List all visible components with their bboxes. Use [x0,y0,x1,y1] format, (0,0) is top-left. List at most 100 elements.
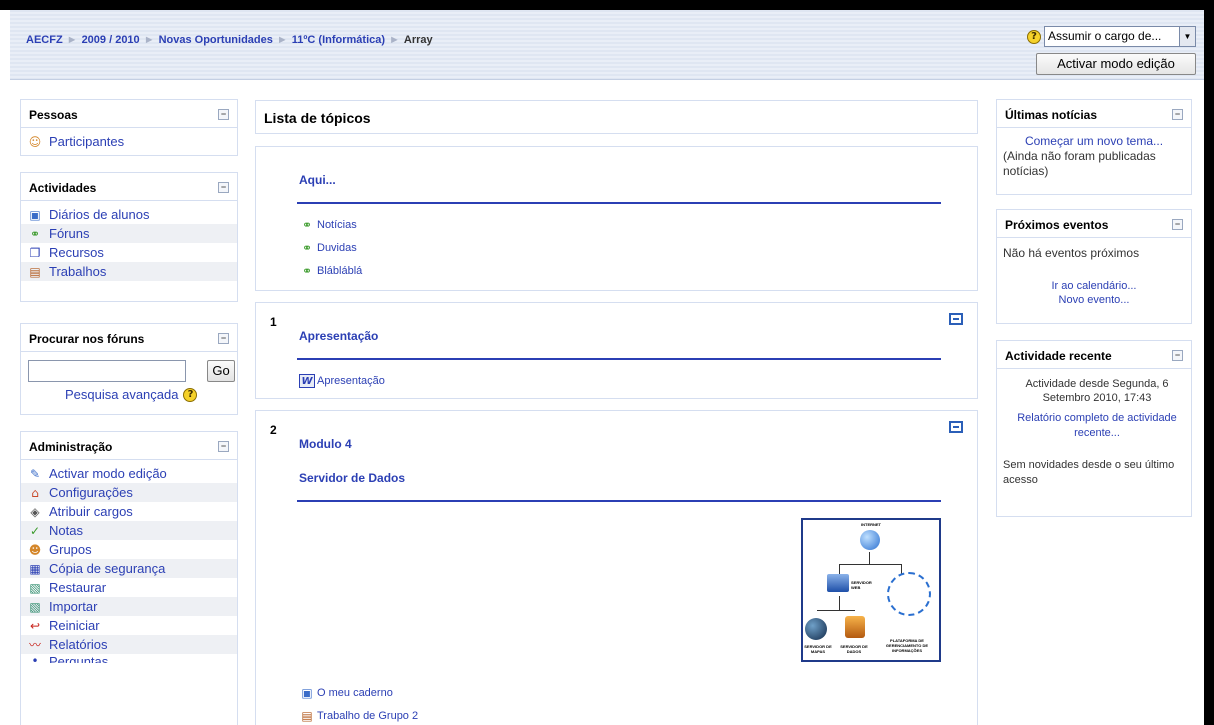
window-right-edge [1204,0,1214,725]
forum-icon: ⚭ [29,226,41,241]
admin-item-questions[interactable]: • Perguntas [21,654,237,663]
section-number: 2 [270,423,277,437]
block-title-text: Pessoas [29,108,78,122]
collapse-section-icon[interactable] [949,421,963,433]
breadcrumb: AECFZ ► 2009 / 2010 ► Novas Oportunidades ► 11… [26,34,433,46]
breadcrumb-separator: ► [143,34,155,46]
diagram-label-platform: PLATAFORMA DE GERENCIAMENTO DE INFORMAÇÕ… [885,638,929,653]
admin-item-assign-roles[interactable]: ◈ Atribuir cargos [21,502,237,521]
database-icon [845,616,865,638]
diagram-label-internet: INTERNET [861,522,881,527]
roles-icon: ◈ [30,504,40,519]
people-icon: ☺ [28,134,42,149]
collapse-icon[interactable]: − [218,441,229,452]
activity-since-text: Actividade desde Segunda, 6 Setembro 201… [1025,378,1169,404]
admin-item-reports[interactable]: 〰 Relatórios [21,635,237,654]
platform-cycle-icon [887,572,931,616]
admin-item-groups[interactable]: ☻ Grupos [21,540,237,559]
admin-item-edit-mode[interactable]: ✎ Activar modo edição [21,464,237,483]
admin-item-reset[interactable]: ↩ Reiniciar [21,616,237,635]
admin-item-label: Relatórios [49,637,108,652]
no-news-text: (Ainda não foram publicadas notícias) [1003,149,1156,178]
block-title-text: Procurar nos fóruns [29,332,145,346]
role-switcher: ? Assumir o cargo de... ▼ [1027,26,1196,47]
block-actividades: Actividades − ▣ Diários de alunos ⚭ Fóruns … [20,172,238,302]
breadcrumb-link-site[interactable]: AECFZ [26,34,63,46]
admin-item-import[interactable]: ▧ Importar [21,597,237,616]
chevron-down-icon[interactable]: ▼ [1179,27,1195,46]
activity-label: Duvidas [317,242,357,254]
advanced-search-link[interactable]: Pesquisa avançada [65,387,178,402]
page-title: Lista de tópicos [264,110,371,126]
admin-item-backup[interactable]: ▦ Cópia de segurança [21,559,237,578]
admin-item-label: Importar [49,599,98,614]
help-icon[interactable]: ? [183,387,198,402]
sidebar-item-journals[interactable]: ▣ Diários de alunos [21,205,237,224]
sidebar-item-label: Diários de alunos [49,207,150,222]
sidebar-item-forums[interactable]: ⚭ Fóruns [21,224,237,243]
block-title: Pessoas − [21,100,237,128]
activity-my-notebook[interactable]: ▣ O meu caderno [299,686,393,700]
block-title-text: Últimas notícias [1005,108,1098,122]
section-divider [297,500,941,502]
section-title: Apresentação [299,329,379,343]
activate-edit-mode-button[interactable]: Activar modo edição [1036,53,1196,75]
sidebar-item-resources[interactable]: ❐ Recursos [21,243,237,262]
admin-item-settings[interactable]: ⌂ Configurações [21,483,237,502]
activity-presentation[interactable]: W Apresentação [299,374,385,388]
role-select-value: Assumir o cargo de... [1048,29,1162,43]
admin-item-restore[interactable]: ▧ Restaurar [21,578,237,597]
activity-chat-forum[interactable]: ⚭ Blábláblá [299,264,362,278]
no-news-since-text: Sem novidades desde o seu último acesso [1003,459,1175,486]
role-select[interactable]: Assumir o cargo de... ▼ [1044,26,1196,47]
breadcrumb-link-year[interactable]: 2009 / 2010 [82,34,140,46]
collapse-icon[interactable]: − [1172,219,1183,230]
sidebar-item-label: Recursos [49,245,104,260]
new-event-link[interactable]: Novo evento... [997,294,1191,306]
course-title-box: Lista de tópicos [255,100,978,134]
forum-search-input[interactable] [28,360,186,382]
collapse-icon[interactable]: − [218,182,229,193]
collapse-section-icon[interactable] [949,313,963,325]
block-pessoas: Pessoas − ☺ Participantes [20,99,238,156]
breadcrumb-link-course[interactable]: 11ºC (Informática) [292,34,385,46]
block-title-text: Próximos eventos [1005,218,1109,232]
breadcrumb-separator: ► [66,34,78,46]
grades-icon: ✓ [29,523,41,538]
activity-news-forum[interactable]: ⚭ Notícias [299,218,357,232]
admin-item-label: Configurações [49,485,133,500]
topic-section-0: Aqui... ⚭ Notícias ⚭ Duvidas ⚭ Blábláblá [255,146,978,291]
block-administration: Administração − ✎ Activar modo edição ⌂ Con… [20,431,238,725]
sidebar-item-participants[interactable]: ☺ Participantes [21,132,237,151]
section-subtitle: Servidor de Dados [299,471,406,485]
breadcrumb-link-category[interactable]: Novas Oportunidades [159,34,273,46]
activity-doubts-forum[interactable]: ⚭ Duvidas [299,241,357,255]
window-top-edge [0,0,1214,10]
collapse-icon[interactable]: − [1172,109,1183,120]
block-title-text: Actividades [29,181,97,195]
admin-item-grades[interactable]: ✓ Notas [21,521,237,540]
no-events-text: Não há eventos próximos [1003,246,1140,260]
groups-icon: ☻ [28,542,42,557]
forum-icon: ⚭ [301,241,313,255]
word-doc-icon: W [299,374,315,388]
new-topic-link[interactable]: Começar um novo tema... [997,134,1191,148]
collapse-icon[interactable]: − [1172,350,1183,361]
breadcrumb-separator: ► [276,34,288,46]
admin-item-label: Atribuir cargos [49,504,133,519]
help-icon[interactable]: ? [1027,29,1041,44]
block-title: Administração − [21,432,237,460]
section-divider [297,202,941,204]
full-report-link[interactable]: Relatório completo de actividade recente… [1005,411,1189,441]
go-button[interactable]: Go [207,360,235,382]
sidebar-item-assignments[interactable]: ▤ Trabalhos [21,262,237,281]
activity-group-work[interactable]: ▤ Trabalho de Grupo 2 [299,709,418,723]
activity-label: Trabalho de Grupo 2 [317,710,419,722]
journal-icon: ▣ [301,686,313,700]
diagram-label-data-server: SERVIDOR DE DADOS [840,644,868,654]
collapse-icon[interactable]: − [218,333,229,344]
section-title: Modulo 4 [299,437,352,451]
collapse-icon[interactable]: − [218,109,229,120]
calendar-link[interactable]: Ir ao calendário... [997,280,1191,292]
activity-label: Apresentação [317,375,385,387]
